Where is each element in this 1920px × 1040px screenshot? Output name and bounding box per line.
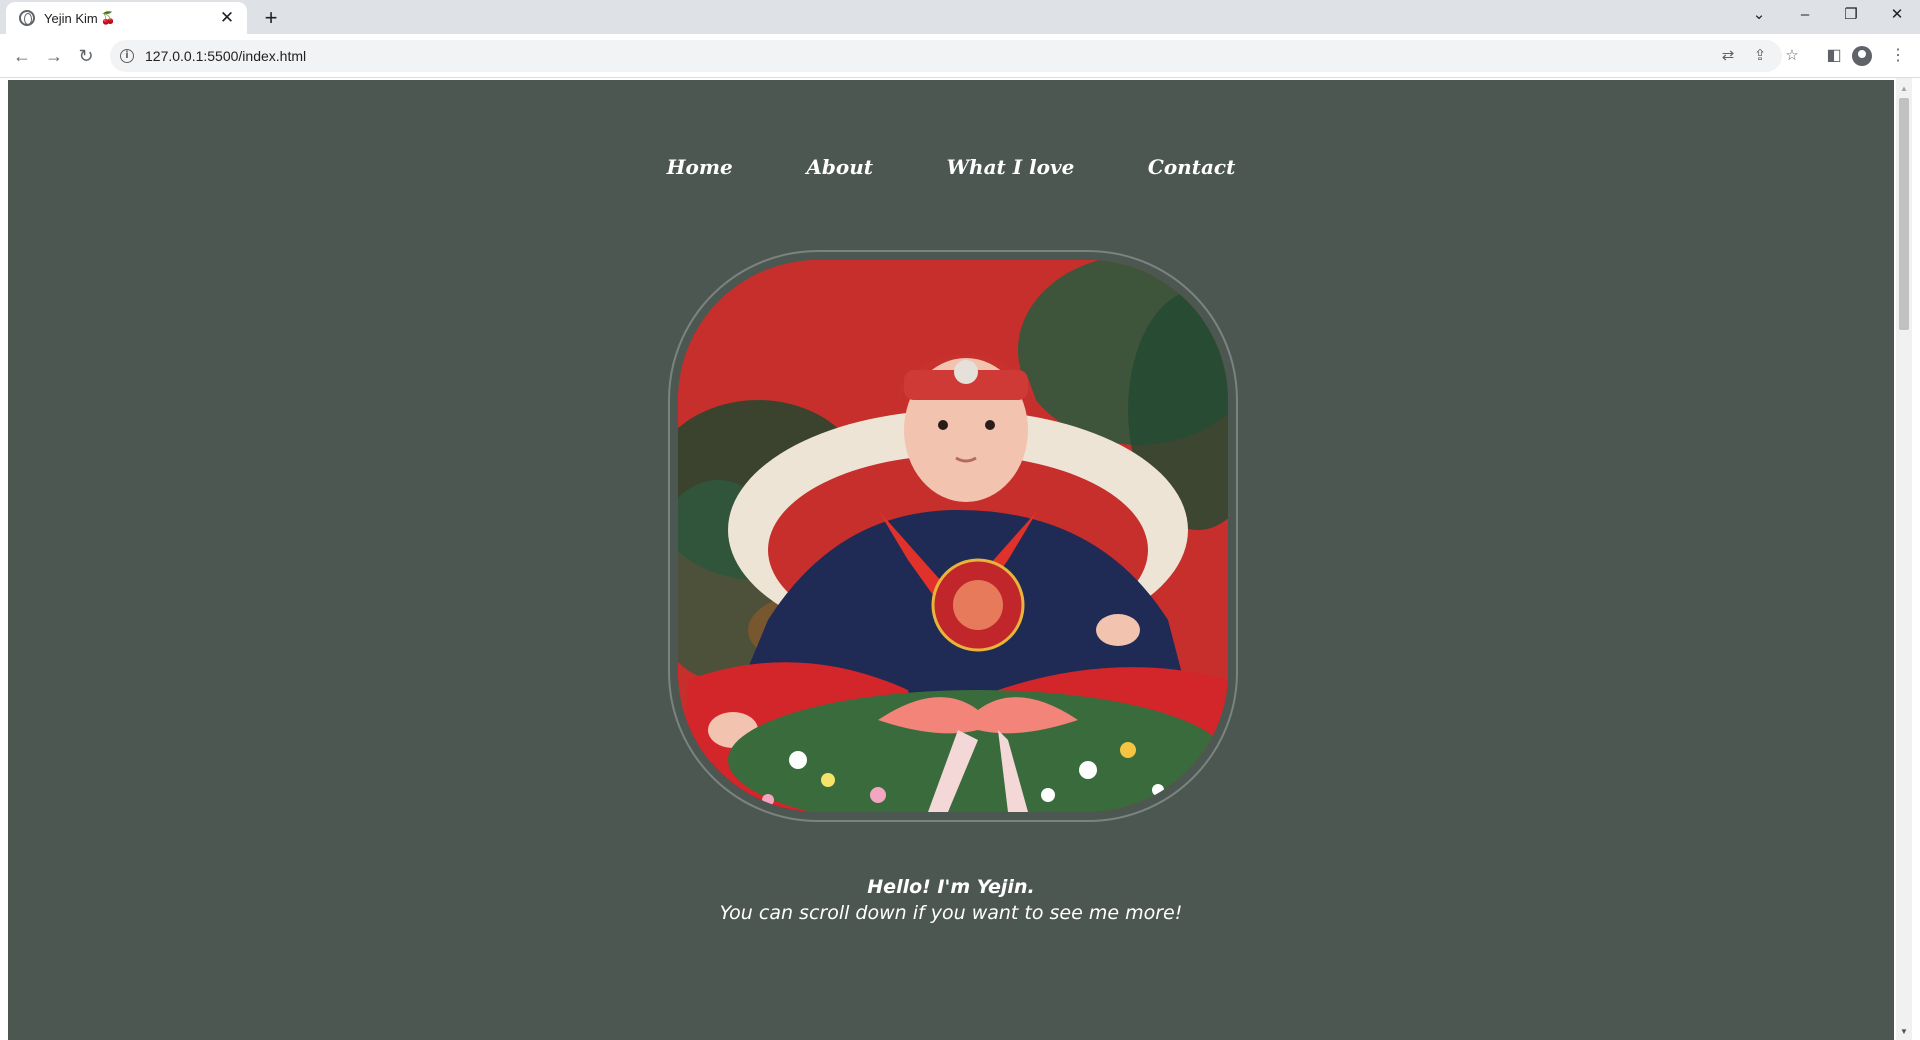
page-viewport: Home About What I love Contact Hello! I'… [0, 78, 1920, 1040]
scrollbar-thumb[interactable] [1899, 98, 1909, 330]
scroll-up-arrow-icon[interactable]: ▲ [1896, 84, 1912, 93]
scroll-down-arrow-icon[interactable]: ▼ [1896, 1027, 1912, 1036]
arrow-left-icon[interactable]: ← [8, 42, 36, 70]
translate-icon[interactable]: ⇄ [1714, 40, 1742, 72]
close-icon[interactable]: ✕ [217, 8, 237, 28]
cherry-icon: 🍒 [100, 11, 116, 25]
browser-toolbar: ← → ↻ i 127.0.0.1:5500/index.html ⇄ ⇪ ☆ … [0, 34, 1920, 78]
chevron-down-icon[interactable]: ⌄ [1736, 0, 1782, 30]
profile-icon[interactable] [1852, 46, 1872, 66]
site-navigation: Home About What I love Contact [8, 155, 1894, 179]
vertical-scrollbar[interactable]: ▲ ▼ [1896, 78, 1912, 1040]
greeting-heading: Hello! I'm Yejin. [867, 876, 1035, 898]
baby-portrait-image [678, 260, 1228, 812]
plus-icon[interactable]: + [257, 4, 285, 32]
reload-icon[interactable]: ↻ [72, 42, 100, 70]
share-icon[interactable]: ⇪ [1746, 40, 1774, 72]
nav-what-i-love[interactable]: What I love [947, 155, 1075, 179]
address-bar[interactable]: i 127.0.0.1:5500/index.html ⇄ ⇪ ☆ [110, 40, 1799, 72]
browser-tab-strip: Yejin Kim 🍒 ✕ + ⌄ – ❐ ✕ [0, 0, 1920, 34]
tab-title: Yejin Kim [44, 10, 98, 26]
minimize-icon[interactable]: – [1782, 0, 1828, 30]
side-panel-icon[interactable]: ◧ [1820, 42, 1848, 70]
scroll-hint-text: You can scroll down if you want to see m… [719, 902, 1183, 924]
star-icon[interactable]: ☆ [1778, 40, 1806, 72]
nav-contact[interactable]: Contact [1148, 155, 1235, 179]
restore-icon[interactable]: ❐ [1828, 0, 1874, 30]
globe-icon [19, 10, 35, 26]
nav-home[interactable]: Home [667, 155, 733, 179]
portrait-illustration [678, 260, 1228, 812]
hero-image-frame [668, 250, 1238, 822]
info-icon[interactable]: i [120, 49, 134, 63]
site-page: Home About What I love Contact Hello! I'… [8, 80, 1894, 1040]
browser-tab[interactable]: Yejin Kim 🍒 ✕ [6, 2, 247, 34]
kebab-menu-icon[interactable]: ⋮ [1884, 42, 1912, 70]
nav-about[interactable]: About [806, 155, 873, 179]
url-text[interactable]: 127.0.0.1:5500/index.html [145, 48, 306, 64]
close-window-icon[interactable]: ✕ [1874, 0, 1920, 30]
arrow-right-icon[interactable]: → [40, 42, 68, 70]
